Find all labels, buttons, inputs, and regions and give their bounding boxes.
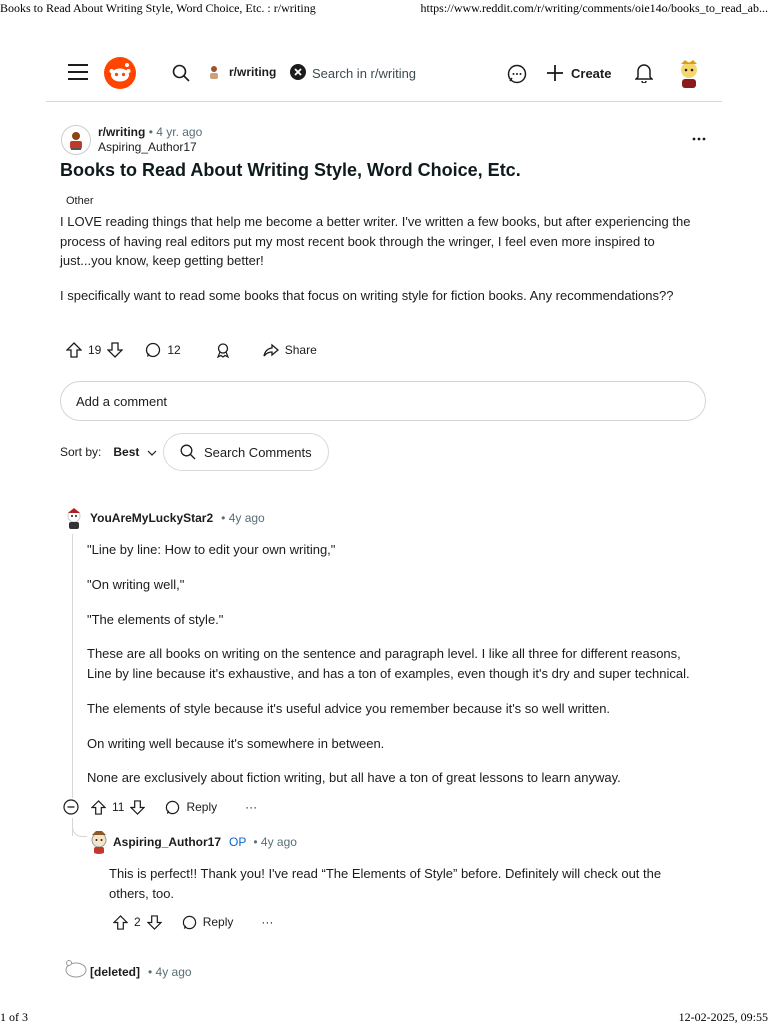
- more-icon[interactable]: ···: [261, 915, 273, 929]
- more-icon[interactable]: ···: [245, 800, 257, 814]
- comment-avatar[interactable]: [61, 505, 87, 531]
- search-icon[interactable]: [172, 64, 190, 82]
- post-age: • 4 yr. ago: [148, 125, 203, 139]
- reply-connector: [72, 822, 87, 837]
- comment-avatar[interactable]: [86, 828, 112, 854]
- search-icon: [180, 444, 196, 460]
- comment-paragraph: "The elements of style.": [87, 612, 224, 627]
- comment-vote-count: 2: [134, 915, 141, 929]
- upvote-icon[interactable]: [65, 342, 83, 358]
- post-author[interactable]: Aspiring_Author17: [98, 140, 197, 154]
- reply-label: Reply: [186, 800, 218, 814]
- comment-icon: [145, 342, 161, 358]
- comment-meta: [deleted] • 4y ago: [90, 965, 192, 979]
- sort-value: Best: [113, 445, 140, 459]
- comment-body: This is perfect!! Thank you! I've read “…: [109, 864, 699, 904]
- add-comment-placeholder: Add a comment: [76, 394, 168, 409]
- post-comments-button[interactable]: 12: [145, 342, 181, 358]
- comment-paragraph: "Line by line: How to edit your own writ…: [87, 542, 336, 557]
- comment-icon: [165, 800, 180, 815]
- comment-age: • 4y ago: [148, 965, 192, 979]
- op-badge: OP: [229, 835, 247, 849]
- comment-vote-group: 2: [112, 914, 163, 930]
- post-vote-count: 19: [88, 343, 102, 357]
- subreddit-chip-label: r/writing: [229, 65, 277, 79]
- downvote-icon[interactable]: [146, 914, 163, 930]
- post-body: I LOVE reading things that help me becom…: [60, 212, 708, 320]
- comment-age: • 4y ago: [253, 835, 297, 849]
- comment-icon: [182, 915, 197, 930]
- post-paragraph: I LOVE reading things that help me becom…: [60, 214, 691, 268]
- upvote-icon[interactable]: [112, 914, 129, 930]
- post-meta: r/writing • 4 yr. ago: [98, 125, 202, 139]
- post-comment-count: 12: [167, 343, 181, 357]
- sort-label: Sort by:: [60, 445, 102, 459]
- post-title: Books to Read About Writing Style, Word …: [60, 160, 521, 180]
- upvote-icon[interactable]: [90, 799, 107, 815]
- comment-avatar: [63, 957, 89, 983]
- plus-icon: [546, 64, 564, 82]
- create-label: Create: [571, 65, 612, 81]
- sort-control[interactable]: Sort by: Best: [60, 445, 157, 459]
- post-paragraph: I specifically want to read some books t…: [60, 287, 674, 303]
- award-button[interactable]: [215, 342, 231, 359]
- nav-divider: [46, 101, 722, 102]
- comment-author: [deleted]: [90, 965, 141, 979]
- search-input[interactable]: Search in r/writing: [312, 66, 416, 81]
- bell-icon[interactable]: [635, 63, 653, 83]
- chat-icon[interactable]: [507, 64, 527, 84]
- comment-paragraph: The elements of style because it's usefu…: [87, 701, 611, 716]
- chevron-down-icon: [147, 447, 157, 457]
- hamburger-icon[interactable]: [68, 63, 88, 81]
- subreddit-avatar[interactable]: [61, 125, 91, 155]
- comment-body: "Line by line: How to edit your own writ…: [87, 540, 707, 788]
- share-button[interactable]: Share: [263, 342, 317, 358]
- comment-action-bar: 11 Reply ···: [63, 798, 257, 816]
- comment-paragraph: These are all books on writing on the se…: [87, 646, 690, 681]
- reply-button[interactable]: Reply: [182, 915, 234, 930]
- comment-meta: YouAreMyLuckyStar2 • 4y ago: [90, 511, 265, 525]
- comment-paragraph: "On writing well,": [87, 577, 185, 592]
- add-comment-input[interactable]: Add a comment: [60, 381, 706, 421]
- post-action-bar: 19 12 Share: [65, 341, 317, 359]
- print-timestamp: 12-02-2025, 09:55: [678, 1010, 768, 1024]
- comment-paragraph: On writing well because it's somewhere i…: [87, 736, 385, 751]
- reply-label: Reply: [202, 915, 234, 929]
- subreddit-chip-avatar: [207, 64, 221, 80]
- print-url: https://www.reddit.com/r/writing/comment…: [420, 1, 768, 15]
- comment-age: • 4y ago: [221, 511, 265, 525]
- collapse-icon[interactable]: [63, 799, 79, 815]
- comment-meta: Aspiring_Author17 OP • 4y ago: [113, 835, 297, 849]
- comment-vote-group: 11: [90, 799, 147, 815]
- comment-paragraph: This is perfect!! Thank you! I've read “…: [109, 866, 662, 901]
- share-icon: [263, 342, 279, 358]
- downvote-icon[interactable]: [129, 799, 147, 815]
- comment-author[interactable]: Aspiring_Author17: [113, 835, 221, 849]
- downvote-icon[interactable]: [106, 342, 124, 358]
- post-subreddit-link[interactable]: r/writing: [98, 125, 145, 139]
- reply-button[interactable]: Reply: [165, 800, 217, 815]
- post-vote-group: 19: [65, 342, 124, 358]
- comment-action-bar: 2 Reply ···: [112, 913, 273, 931]
- print-page-title: Books to Read About Writing Style, Word …: [0, 1, 316, 15]
- more-icon[interactable]: [692, 130, 706, 153]
- reddit-logo-icon[interactable]: [104, 57, 136, 89]
- clear-icon[interactable]: [290, 64, 307, 80]
- print-page-count: 1 of 3: [0, 1010, 28, 1024]
- comment-vote-count: 11: [112, 800, 125, 814]
- share-label: Share: [284, 343, 317, 357]
- thread-line[interactable]: [72, 534, 73, 798]
- user-avatar-icon[interactable]: [676, 58, 702, 90]
- print-header: Books to Read About Writing Style, Word …: [0, 1, 768, 17]
- create-button[interactable]: Create: [546, 64, 611, 82]
- comment-paragraph: None are exclusively about fiction writi…: [87, 770, 621, 785]
- post-flair[interactable]: Other: [66, 195, 94, 207]
- search-comments-button[interactable]: Search Comments: [163, 433, 329, 471]
- comment-author[interactable]: YouAreMyLuckyStar2: [90, 511, 213, 525]
- search-comments-label: Search Comments: [204, 444, 312, 460]
- award-icon: [215, 342, 231, 359]
- subreddit-chip[interactable]: r/writing: [207, 64, 307, 80]
